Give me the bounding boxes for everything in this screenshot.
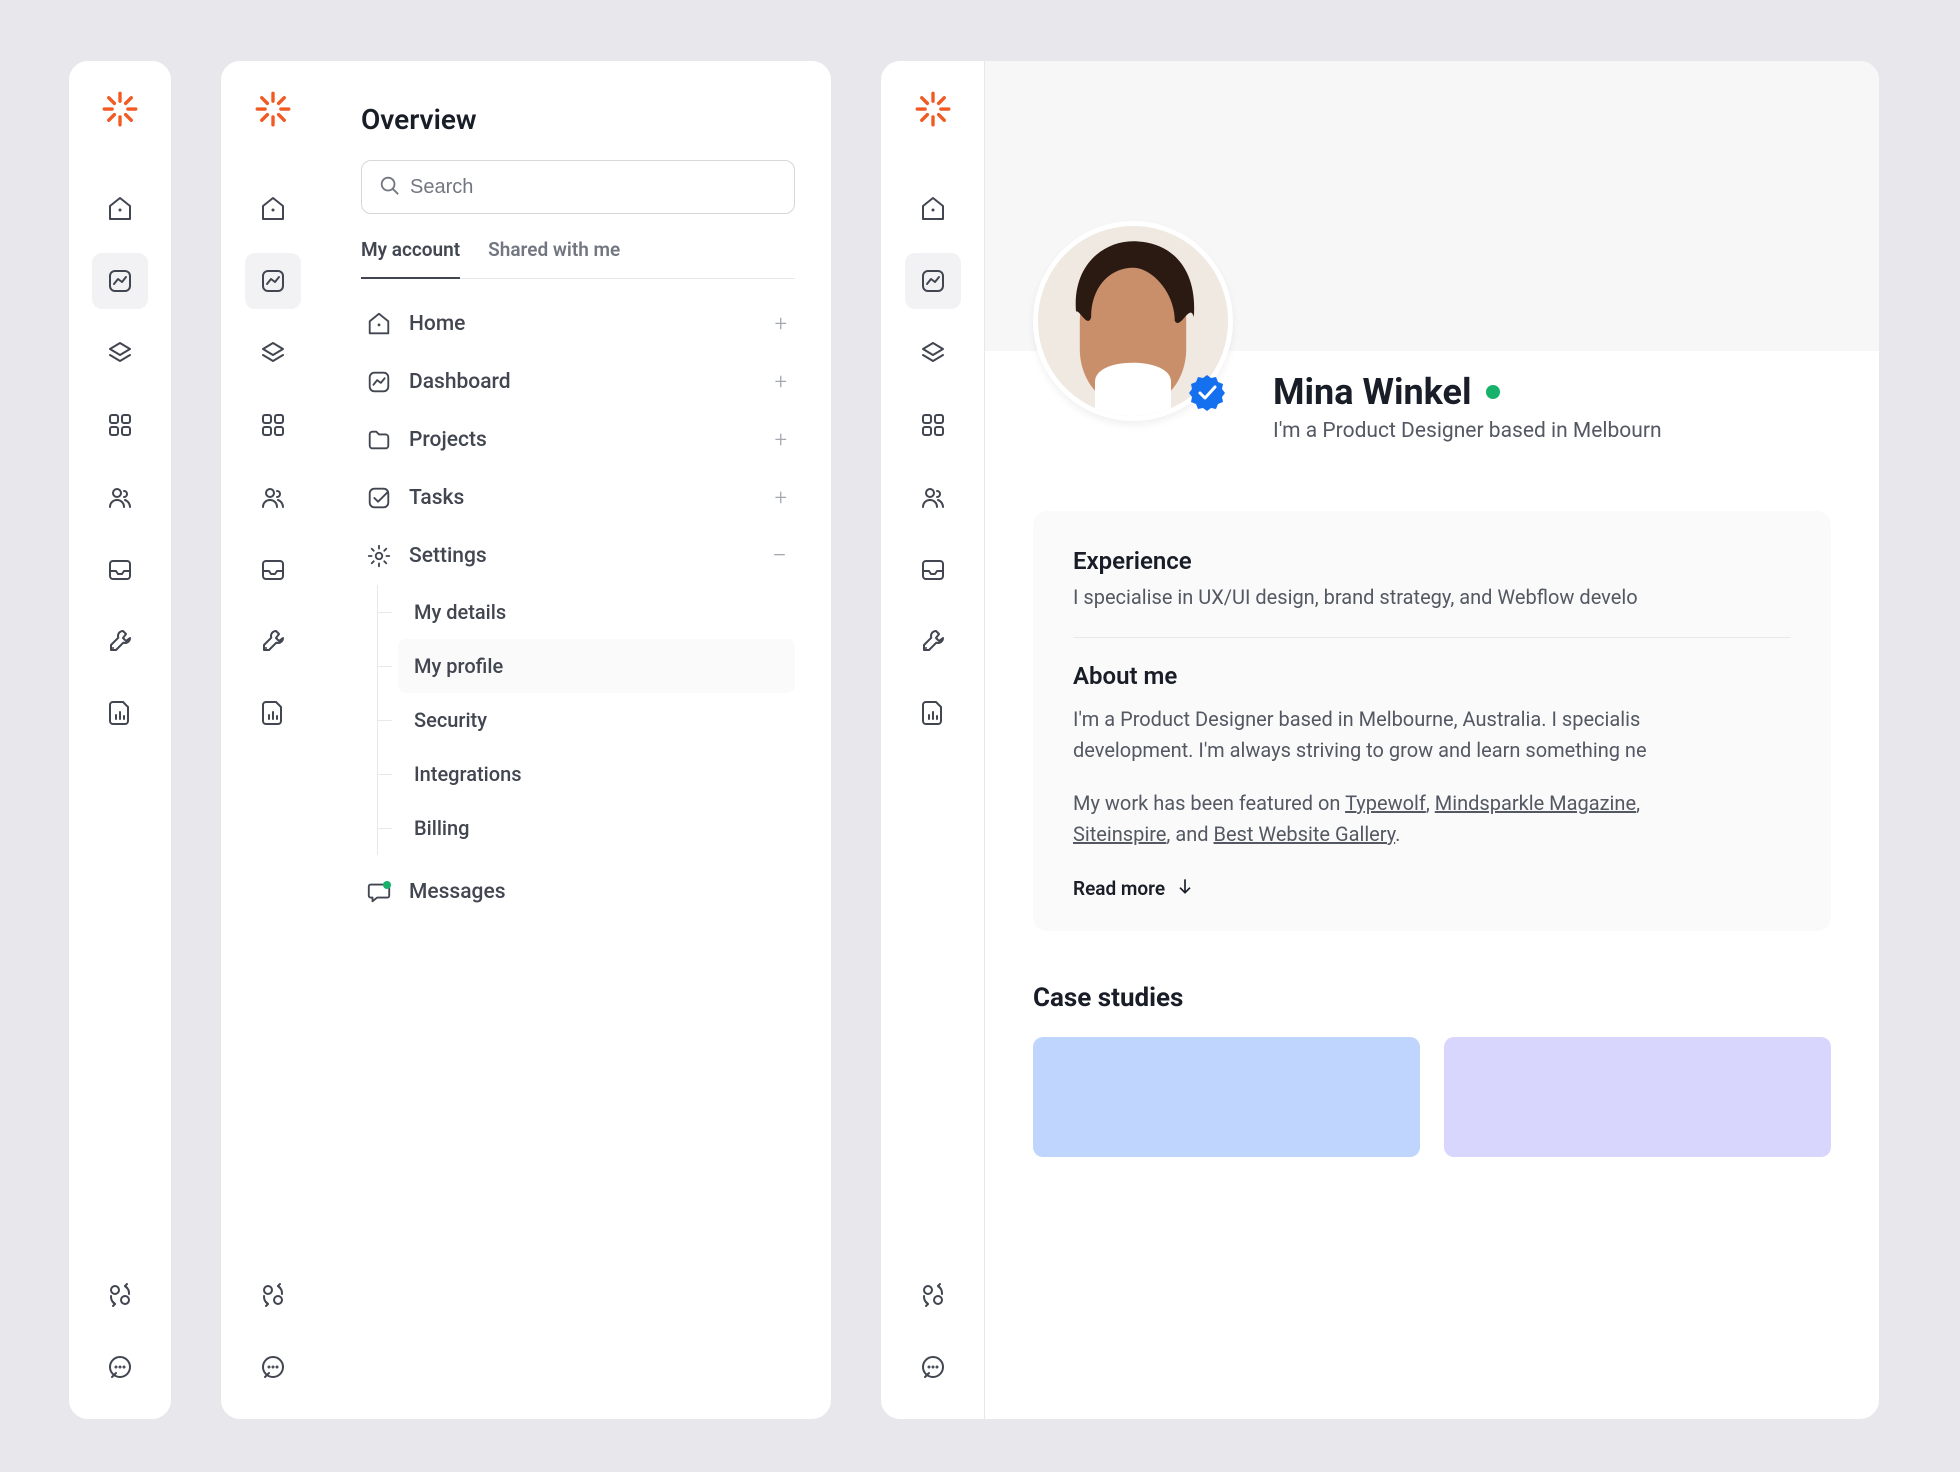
nav-tools[interactable] [245, 613, 301, 669]
experience-text: I specialise in UX/UI design, brand stra… [1073, 585, 1791, 609]
profile-name: Mina Winkel [1273, 371, 1472, 413]
tab-shared[interactable]: Shared with me [488, 238, 620, 278]
nav-apps[interactable] [905, 397, 961, 453]
sunburst-logo[interactable] [255, 91, 291, 131]
about-line: I'm a Product Designer based in Melbourn… [1073, 704, 1791, 735]
search-field[interactable] [410, 176, 778, 199]
search-icon [378, 174, 400, 200]
link-mindsparkle[interactable]: Mindsparkle Magazine [1435, 791, 1636, 815]
arrow-down-icon [1175, 876, 1195, 901]
verified-badge-icon [1187, 373, 1227, 413]
settings-my-profile[interactable]: My profile [398, 639, 795, 693]
nav-support-chat[interactable] [92, 1339, 148, 1395]
tab-my-account[interactable]: My account [361, 238, 460, 279]
nav-inbox[interactable] [92, 541, 148, 597]
nav-dashboard[interactable] [905, 253, 961, 309]
sidebar-item-label: Settings [409, 544, 756, 568]
sidebar-item-projects[interactable]: Projects + [361, 411, 795, 469]
sunburst-logo[interactable] [915, 91, 951, 131]
nav-tools[interactable] [905, 613, 961, 669]
case-study-tile[interactable] [1444, 1037, 1831, 1157]
nav-support-chat[interactable] [905, 1339, 961, 1395]
plus-icon[interactable]: + [775, 312, 787, 337]
nav-dashboard[interactable] [245, 253, 301, 309]
about-line: development. I'm always striving to grow… [1073, 735, 1791, 766]
settings-integrations[interactable]: Integrations [398, 747, 795, 801]
folder-icon [365, 426, 393, 454]
link-typewolf[interactable]: Typewolf [1345, 791, 1426, 815]
unread-dot [383, 881, 391, 889]
nav-layers[interactable] [92, 325, 148, 381]
page-title: Overview [361, 103, 795, 136]
nav-switch[interactable] [92, 1267, 148, 1323]
sidebar-item-dashboard[interactable]: Dashboard + [361, 353, 795, 411]
case-studies-heading: Case studies [1033, 983, 1831, 1013]
about-heading: About me [1073, 662, 1791, 690]
nav-reports[interactable] [905, 685, 961, 741]
settings-security[interactable]: Security [398, 693, 795, 747]
icon-rail-collapsed [68, 60, 172, 1420]
sidebar-item-messages[interactable]: Messages [361, 863, 795, 921]
nav-users[interactable] [905, 469, 961, 525]
about-links-line: Siteinspire, and Best Website Gallery. [1073, 819, 1791, 850]
sidebar-item-label: Messages [409, 880, 787, 904]
nav-apps[interactable] [245, 397, 301, 453]
account-tabs: My account Shared with me [361, 238, 795, 279]
nav-reports[interactable] [245, 685, 301, 741]
settings-billing[interactable]: Billing [398, 801, 795, 855]
about-links-line: My work has been featured on Typewolf, M… [1073, 788, 1791, 819]
sidebar-item-label: Home [409, 312, 759, 336]
settings-subtree: My details My profile Security Integrati… [377, 585, 795, 855]
profile-tagline: I'm a Product Designer based in Melbourn [1273, 419, 1831, 443]
nav-tools[interactable] [92, 613, 148, 669]
nav-inbox[interactable] [245, 541, 301, 597]
nav-switch[interactable] [905, 1267, 961, 1323]
sunburst-logo[interactable] [102, 91, 138, 131]
nav-switch[interactable] [245, 1267, 301, 1323]
profile-card: Experience I specialise in UX/UI design,… [1033, 511, 1831, 931]
nav-users[interactable] [245, 469, 301, 525]
sidebar-item-home[interactable]: Home + [361, 295, 795, 353]
nav-layers[interactable] [245, 325, 301, 381]
chart-icon [365, 368, 393, 396]
nav-apps[interactable] [92, 397, 148, 453]
nav-dashboard[interactable] [92, 253, 148, 309]
sidebar-item-label: Projects [409, 428, 759, 452]
plus-icon[interactable]: + [775, 428, 787, 453]
check-square-icon [365, 484, 393, 512]
read-more-button[interactable]: Read more [1073, 876, 1791, 901]
nav-home[interactable] [245, 181, 301, 237]
nav-inbox[interactable] [905, 541, 961, 597]
nav-layers[interactable] [905, 325, 961, 381]
avatar[interactable] [1033, 221, 1233, 421]
home-icon [365, 310, 393, 338]
plus-icon[interactable]: + [775, 486, 787, 511]
sidebar-item-label: Dashboard [409, 370, 759, 394]
nav-home[interactable] [92, 181, 148, 237]
divider [1073, 637, 1791, 638]
plus-icon[interactable]: + [775, 370, 787, 395]
settings-my-details[interactable]: My details [398, 585, 795, 639]
nav-reports[interactable] [92, 685, 148, 741]
sidebar-item-label: Tasks [409, 486, 759, 510]
search-input[interactable] [361, 160, 795, 214]
nav-support-chat[interactable] [245, 1339, 301, 1395]
nav-home[interactable] [905, 181, 961, 237]
sidebar-item-settings[interactable]: Settings − [361, 527, 795, 585]
link-siteinspire[interactable]: Siteinspire [1073, 822, 1166, 846]
gear-icon [365, 542, 393, 570]
case-studies-grid [985, 1037, 1879, 1157]
case-study-tile[interactable] [1033, 1037, 1420, 1157]
online-status-dot [1486, 385, 1500, 399]
profile-view: Mina Winkel I'm a Product Designer based… [880, 60, 1880, 1420]
experience-heading: Experience [1073, 547, 1791, 575]
sidebar-item-tasks[interactable]: Tasks + [361, 469, 795, 527]
sidebar-expanded: Overview My account Shared with me Home … [220, 60, 832, 1420]
nav-users[interactable] [92, 469, 148, 525]
link-bwg[interactable]: Best Website Gallery [1213, 822, 1395, 846]
